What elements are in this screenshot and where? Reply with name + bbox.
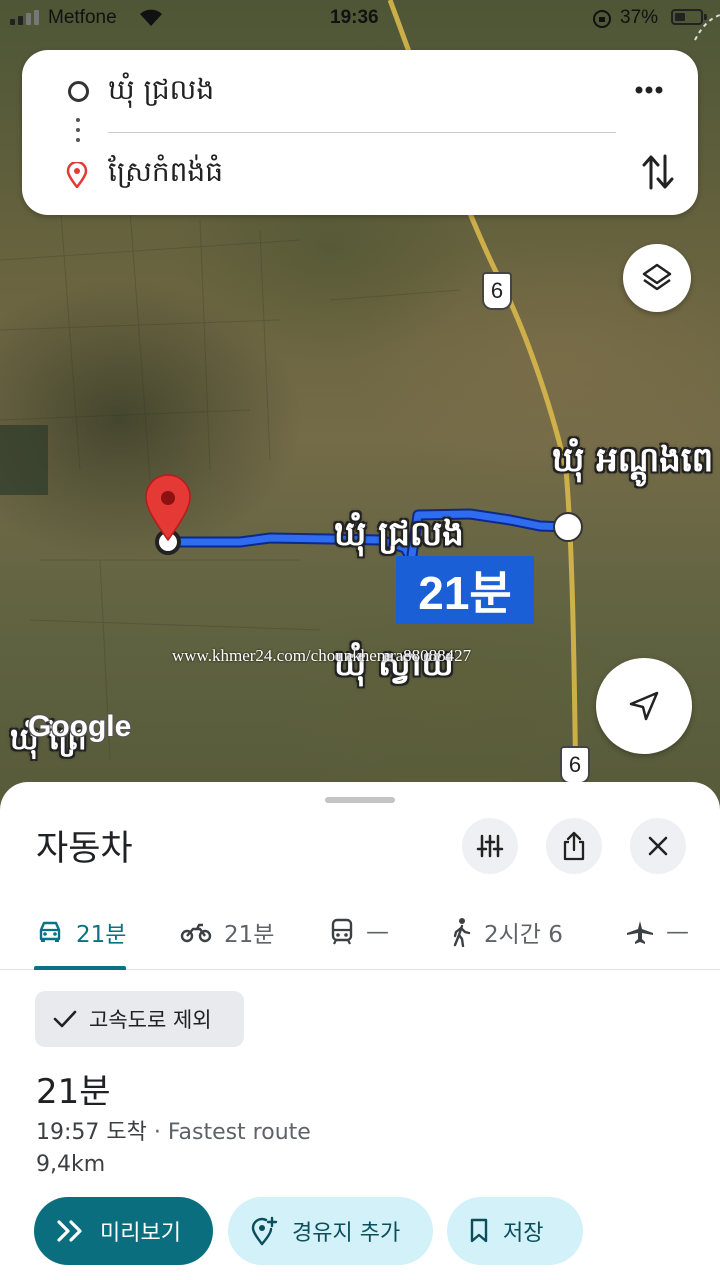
tab-driving[interactable]: 21분 — [36, 912, 126, 952]
status-bar: Metfone 19:36 37% — [0, 0, 720, 36]
route-search-card: ឃុំ ជ្រលង ស្រែកំពង់ធំ — [22, 50, 698, 215]
check-icon — [53, 1010, 77, 1028]
battery-icon — [671, 9, 703, 25]
origin-field[interactable]: ឃុំ ជ្រលង — [108, 72, 214, 113]
highway-shield: 6 — [482, 272, 512, 310]
watermark-text: www.khmer24.com/chounkhemra88088427 — [172, 646, 472, 665]
preview-label: 미리보기 — [100, 1221, 181, 1246]
tab-walking-label: 2시간 6 — [484, 922, 563, 948]
route-options-button[interactable] — [462, 818, 518, 874]
save-label: 저장 — [503, 1221, 544, 1246]
share-button[interactable] — [546, 818, 602, 874]
layers-button[interactable] — [623, 244, 691, 312]
swap-icon[interactable] — [640, 152, 676, 192]
add-location-icon — [251, 1216, 278, 1246]
navigation-arrow-icon — [629, 691, 659, 721]
more-options-icon[interactable] — [632, 74, 666, 104]
tab-flight[interactable]: — — [626, 912, 689, 952]
tab-flight-label: — — [666, 919, 689, 945]
status-time: 19:36 — [330, 7, 379, 28]
orientation-lock-icon — [593, 10, 611, 28]
carrier-name: Metfone — [48, 7, 117, 28]
walk-icon — [453, 918, 471, 947]
destination-pin-icon — [145, 474, 191, 542]
add-stop-button[interactable]: 경유지 추가 — [228, 1197, 433, 1265]
route-dots-icon — [76, 118, 80, 142]
destination-pin-icon — [66, 162, 88, 188]
map-place-label: ឃុំ អណ្តូងពេ — [552, 440, 714, 480]
tab-driving-label: 21분 — [76, 922, 127, 948]
bookmark-icon — [470, 1218, 488, 1243]
map-view[interactable]: Metfone 19:36 37% ឃុំ ជ្រលង ស្រែកំពង់ធំ — [0, 0, 720, 800]
arrival-time: 19:57 도착 — [36, 1120, 147, 1145]
tab-transit-label: — — [366, 919, 389, 945]
route-distance: 9,4km — [36, 1152, 106, 1177]
route-duration: 21분 — [36, 1072, 111, 1112]
chip-label: 고속도로 제외 — [89, 1008, 212, 1032]
origin-marker — [553, 512, 583, 542]
save-button[interactable]: 저장 — [447, 1197, 583, 1265]
tune-icon — [476, 834, 504, 858]
arrival-info: 19:57 도착 · Fastest route — [36, 1114, 311, 1146]
tab-walking[interactable]: 2시간 6 — [450, 912, 563, 952]
google-logo: Google — [28, 710, 132, 743]
my-location-button[interactable] — [596, 658, 692, 754]
active-tab-indicator — [34, 966, 126, 970]
double-chevron-right-icon — [57, 1220, 82, 1242]
close-button[interactable] — [630, 818, 686, 874]
directions-sheet: 자동차 21분 21분 — 2시간 6 — 고속도로 제외 21분 19:57 … — [0, 782, 720, 1280]
battery-percent: 37% — [620, 7, 659, 28]
car-icon — [39, 921, 61, 942]
flight-icon — [627, 921, 653, 944]
sheet-title: 자동차 — [36, 829, 133, 869]
tab-motorcycle[interactable]: 21분 — [180, 912, 274, 952]
transit-icon — [331, 918, 353, 945]
travel-mode-tabs: 21분 21분 — 2시간 6 — — [0, 902, 720, 970]
highway-shield: 6 — [560, 746, 590, 784]
avoid-highways-chip[interactable]: 고속도로 제외 — [35, 991, 244, 1047]
sheet-drag-handle[interactable] — [325, 797, 395, 803]
layers-icon — [642, 263, 672, 291]
close-icon — [648, 836, 668, 856]
add-stop-label: 경유지 추가 — [292, 1221, 401, 1246]
preview-button[interactable]: 미리보기 — [34, 1197, 213, 1265]
motorcycle-icon — [180, 923, 212, 943]
origin-circle-icon — [68, 81, 89, 102]
route-type: Fastest route — [167, 1120, 311, 1145]
tab-transit[interactable]: — — [330, 912, 389, 952]
map-place-label: ឃុំ ជ្រលង — [334, 514, 464, 554]
divider — [108, 132, 616, 133]
share-icon — [563, 831, 585, 861]
separator: · — [146, 1120, 168, 1145]
route-time-badge[interactable]: 21분 — [396, 556, 534, 624]
destination-field[interactable]: ស្រែកំពង់ធំ — [108, 154, 223, 195]
tab-motorcycle-label: 21분 — [224, 922, 275, 948]
signal-icon — [10, 10, 39, 25]
wifi-icon — [140, 9, 162, 26]
